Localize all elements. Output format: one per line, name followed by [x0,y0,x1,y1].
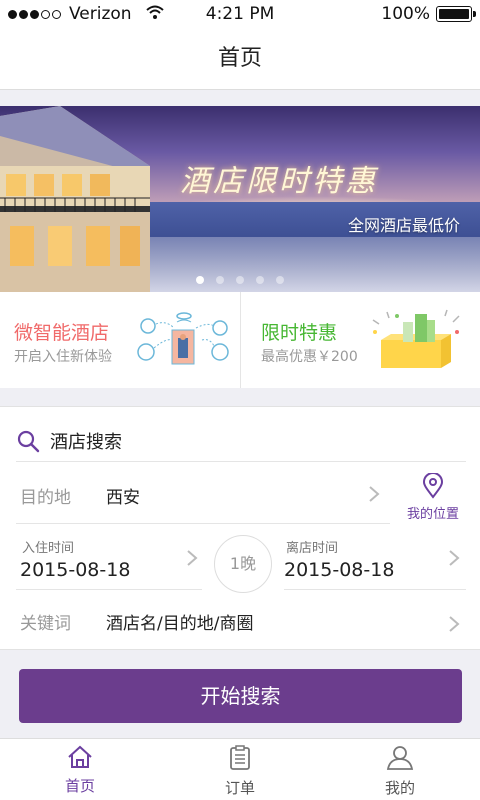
keyword-row[interactable]: 关键词 酒店名/目的地/商圈 [16,593,466,645]
banner-subline: 全网酒店最低价 [347,216,460,235]
banner-dot[interactable] [196,276,204,284]
checkout-label: 离店时间 [286,541,339,556]
banner-dot[interactable] [216,276,224,284]
home-icon [68,745,92,768]
smart-hotel-illustration [137,312,229,365]
tab-orders[interactable]: 订单 [160,739,320,800]
smart-hotel-subtitle: 开启入住新体验 [14,349,112,365]
keyword-input[interactable]: 酒店名/目的地/商圈 [106,609,253,634]
banner-dot[interactable] [236,276,244,284]
tab-profile[interactable]: 我的 [320,739,480,800]
checkin-date-field[interactable]: 入住时间 2015-08-18 [16,529,206,589]
banner-dot[interactable] [256,276,264,284]
destination-label: 目的地 [20,488,71,508]
chevron-right-icon [187,550,198,566]
divider [16,523,390,524]
destination-value[interactable]: 西安 [106,483,140,508]
limited-offer-subtitle: 最高优惠￥200 [261,349,358,365]
tab-profile-label: 我的 [384,779,415,797]
location-pin-icon [422,472,444,499]
start-search-button[interactable]: 开始搜索 [19,669,462,723]
nights-count: 1晚 [214,535,272,593]
profile-icon [386,746,414,770]
hotel-search-header: 酒店搜索 [16,419,122,463]
chevron-right-icon [449,550,460,566]
battery-icon [436,6,476,22]
hotel-search-card: 酒店搜索 目的地 西安 我的位置 入住时间 2015-08-18 1晚 离店时间… [0,406,480,650]
checkout-date-field[interactable]: 离店时间 2015-08-18 [284,529,464,589]
tab-home-label: 首页 [64,777,95,795]
hotel-search-title: 酒店搜索 [50,432,122,453]
smart-hotel-title: 微智能酒店 [14,322,110,344]
divider [284,589,466,590]
checkin-value: 2015-08-18 [20,559,131,581]
checkin-label: 入住时间 [22,541,75,556]
tab-bar: 首页 订单 我的 [0,738,480,800]
banner-page-indicator[interactable] [0,276,480,284]
banner-dot[interactable] [276,276,284,284]
banner-hotel-building-image [0,106,150,292]
banner-headline: 酒店限时特惠 [180,164,378,199]
smart-hotel-card[interactable]: 微智能酒店 开启入住新体验 [0,292,240,388]
tab-orders-label: 订单 [224,779,255,797]
search-icon [17,430,40,453]
status-bar: Verizon 4:21 PM 100% [0,0,480,28]
limited-offer-card[interactable]: 限时特惠 最高优惠￥200 [240,292,480,388]
tab-home[interactable]: 首页 [0,739,160,800]
my-location-button[interactable]: 我的位置 [398,472,468,522]
limited-offer-title: 限时特惠 [261,322,338,344]
chevron-right-icon [449,616,460,632]
promo-cards: 微智能酒店 开启入住新体验 限时特惠 最高优惠￥200 [0,292,480,388]
keyword-label: 关键词 [20,614,71,634]
orders-icon [230,745,250,770]
chevron-right-icon [369,486,380,502]
destination-row[interactable]: 目的地 西安 [16,461,390,523]
promo-banner[interactable]: 酒店限时特惠 全网酒店最低价 [0,106,480,292]
checkout-value: 2015-08-18 [284,559,395,581]
battery-percent: 100% [381,4,430,24]
navigation-bar: 首页 [0,28,480,90]
page-title: 首页 [217,46,262,71]
gift-box-illustration [372,309,460,368]
divider [16,589,202,590]
my-location-label: 我的位置 [406,507,459,522]
